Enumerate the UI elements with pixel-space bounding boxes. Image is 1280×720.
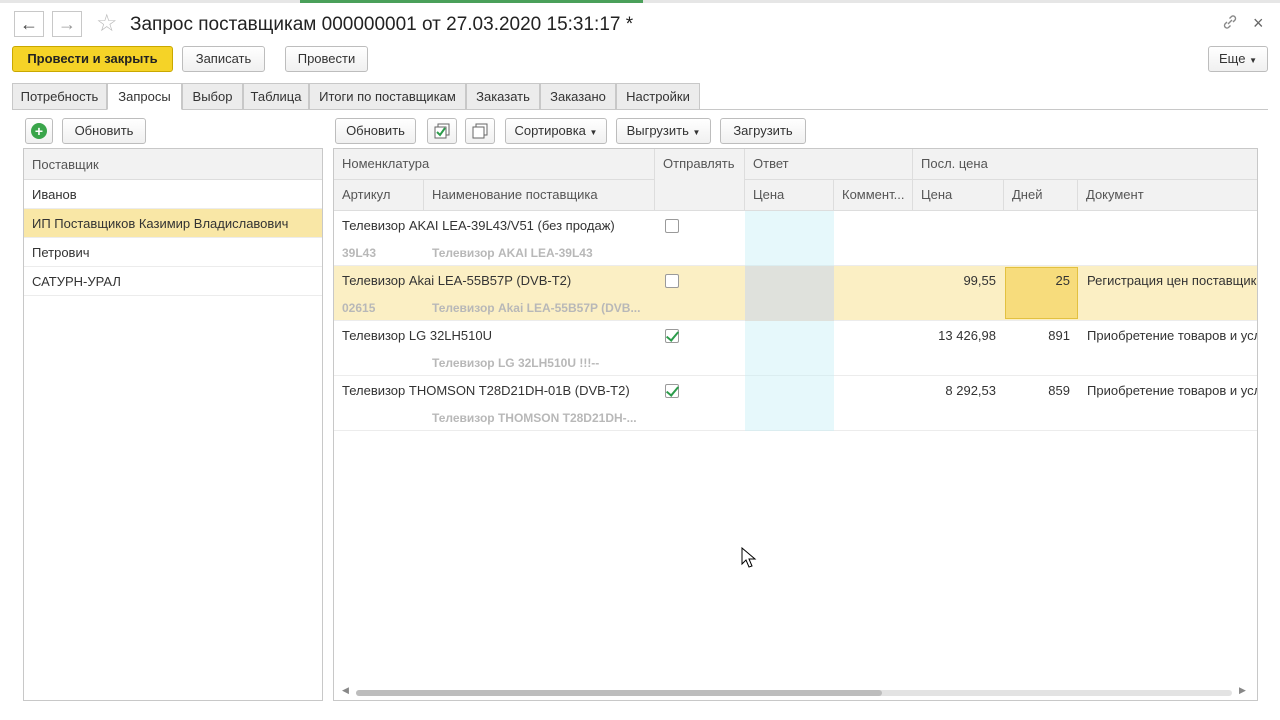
tab-supplier-totals[interactable]: Итоги по поставщикам bbox=[309, 83, 466, 110]
row-supplier-name: Телевизор Akai LEA-55B57P (DVB... bbox=[432, 301, 641, 315]
scroll-thumb[interactable] bbox=[356, 690, 882, 696]
row-name: Телевизор LG 32LH510U bbox=[342, 328, 492, 343]
check-all-icon bbox=[434, 123, 450, 139]
row-name: Телевизор THOMSON T28D21DH-01B (DVB-T2) bbox=[342, 383, 630, 398]
row-article: 02615 bbox=[342, 301, 376, 315]
send-checkbox-checked[interactable] bbox=[665, 384, 679, 398]
chevron-down-icon: ▼ bbox=[1249, 56, 1257, 65]
add-icon: + bbox=[31, 123, 47, 139]
chevron-down-icon: ▼ bbox=[692, 128, 701, 137]
request-table: Номенклатура Отправлять Ответ Посл. цена… bbox=[333, 148, 1258, 701]
row-last-price: 8 292,53 bbox=[945, 383, 996, 398]
uncheck-all-icon bbox=[472, 123, 488, 139]
tab-demand[interactable]: Потребность bbox=[12, 83, 107, 110]
row-supplier-name: Телевизор AKAI LEA-39L43 bbox=[432, 246, 593, 260]
header-send[interactable]: Отправлять bbox=[655, 149, 745, 211]
post-button[interactable]: Провести bbox=[285, 46, 368, 72]
header-last-price[interactable]: Посл. цена bbox=[913, 149, 1257, 180]
row-article: 39L43 bbox=[342, 246, 377, 260]
row-last-price: 99,55 bbox=[963, 273, 996, 288]
header-document[interactable]: Документ bbox=[1078, 180, 1257, 211]
table-refresh-button[interactable]: Обновить bbox=[335, 118, 416, 144]
favorite-star-icon[interactable]: ☆ bbox=[96, 10, 118, 38]
forward-button[interactable]: → bbox=[52, 11, 82, 37]
tab-ordered[interactable]: Заказано bbox=[540, 83, 616, 110]
header-nomenclature[interactable]: Номенклатура bbox=[334, 149, 655, 180]
row-days: 859 bbox=[1048, 383, 1070, 398]
add-supplier-button[interactable]: + bbox=[25, 118, 53, 144]
sort-label: Сортировка bbox=[514, 123, 586, 138]
left-refresh-button[interactable]: Обновить bbox=[62, 118, 146, 144]
header-answer[interactable]: Ответ bbox=[745, 149, 913, 180]
row-name: Телевизор AKAI LEA-39L43/V51 (без продаж… bbox=[342, 218, 615, 233]
supplier-column-header[interactable]: Поставщик bbox=[24, 149, 322, 180]
row-last-price: 13 426,98 bbox=[938, 328, 996, 343]
row-supplier-name: Телевизор THOMSON T28D21DH-... bbox=[432, 411, 637, 425]
header-days[interactable]: Дней bbox=[1004, 180, 1078, 211]
tab-table[interactable]: Таблица bbox=[243, 83, 309, 110]
more-label: Еще bbox=[1219, 51, 1246, 66]
tab-settings[interactable]: Настройки bbox=[616, 83, 700, 110]
check-all-button[interactable] bbox=[427, 118, 457, 144]
supplier-row-selected[interactable]: ИП Поставщиков Казимир Владиславович bbox=[24, 209, 322, 238]
row-days: 891 bbox=[1048, 328, 1070, 343]
horizontal-scrollbar[interactable]: ◀ ▶ bbox=[342, 685, 1247, 697]
forward-icon: → bbox=[58, 14, 76, 34]
tab-requests[interactable]: Запросы bbox=[107, 83, 182, 110]
tab-selection[interactable]: Выбор bbox=[182, 83, 243, 110]
supplier-list: Поставщик Иванов ИП Поставщиков Казимир … bbox=[23, 148, 323, 701]
page-title: Запрос поставщикам 000000001 от 27.03.20… bbox=[130, 14, 634, 35]
header-comment[interactable]: Коммент... bbox=[834, 180, 913, 211]
save-button[interactable]: Записать bbox=[182, 46, 265, 72]
import-button[interactable]: Загрузить bbox=[720, 118, 806, 144]
header-price[interactable]: Цена bbox=[745, 180, 834, 211]
supplier-row[interactable]: САТУРН-УРАЛ bbox=[24, 267, 322, 296]
mouse-cursor-icon bbox=[741, 547, 757, 568]
back-icon: ← bbox=[20, 14, 38, 34]
post-and-close-button[interactable]: Провести и закрыть bbox=[12, 46, 173, 72]
send-checkbox[interactable] bbox=[665, 274, 679, 288]
more-button[interactable]: Еще ▼ bbox=[1208, 46, 1268, 72]
export-dropdown[interactable]: Выгрузить ▼ bbox=[616, 118, 711, 144]
row-document: Приобретение товаров и услуг bbox=[1087, 383, 1258, 398]
title-bar: ← → ☆ Запрос поставщикам 000000001 от 27… bbox=[0, 3, 1280, 43]
header-article[interactable]: Артикул bbox=[334, 180, 424, 211]
header-lp-price[interactable]: Цена bbox=[913, 180, 1004, 211]
row-days: 25 bbox=[1055, 273, 1070, 288]
close-icon[interactable]: × bbox=[1253, 13, 1264, 34]
row-supplier-name: Телевизор LG 32LH510U !!!-- bbox=[432, 356, 600, 370]
tab-order[interactable]: Заказать bbox=[466, 83, 540, 110]
row-document: Приобретение товаров и услуг bbox=[1087, 328, 1258, 343]
active-price-cell[interactable] bbox=[745, 266, 834, 321]
supplier-row[interactable]: Иванов bbox=[24, 180, 322, 209]
sort-dropdown[interactable]: Сортировка ▼ bbox=[505, 118, 607, 144]
uncheck-all-button[interactable] bbox=[465, 118, 495, 144]
export-label: Выгрузить bbox=[626, 123, 689, 138]
send-checkbox-checked[interactable] bbox=[665, 329, 679, 343]
scroll-right-icon[interactable]: ▶ bbox=[1239, 685, 1246, 696]
price-column-highlight bbox=[745, 211, 834, 431]
back-button[interactable]: ← bbox=[14, 11, 44, 37]
header-supplier-name[interactable]: Наименование поставщика bbox=[424, 180, 655, 211]
row-document: Регистрация цен поставщика bbox=[1087, 273, 1258, 288]
row-name: Телевизор Akai LEA-55B57P (DVB-T2) bbox=[342, 273, 572, 288]
send-checkbox[interactable] bbox=[665, 219, 679, 233]
chevron-down-icon: ▼ bbox=[589, 128, 598, 137]
supplier-row[interactable]: Петрович bbox=[24, 238, 322, 267]
link-icon[interactable] bbox=[1222, 14, 1238, 35]
scroll-left-icon[interactable]: ◀ bbox=[342, 685, 349, 696]
